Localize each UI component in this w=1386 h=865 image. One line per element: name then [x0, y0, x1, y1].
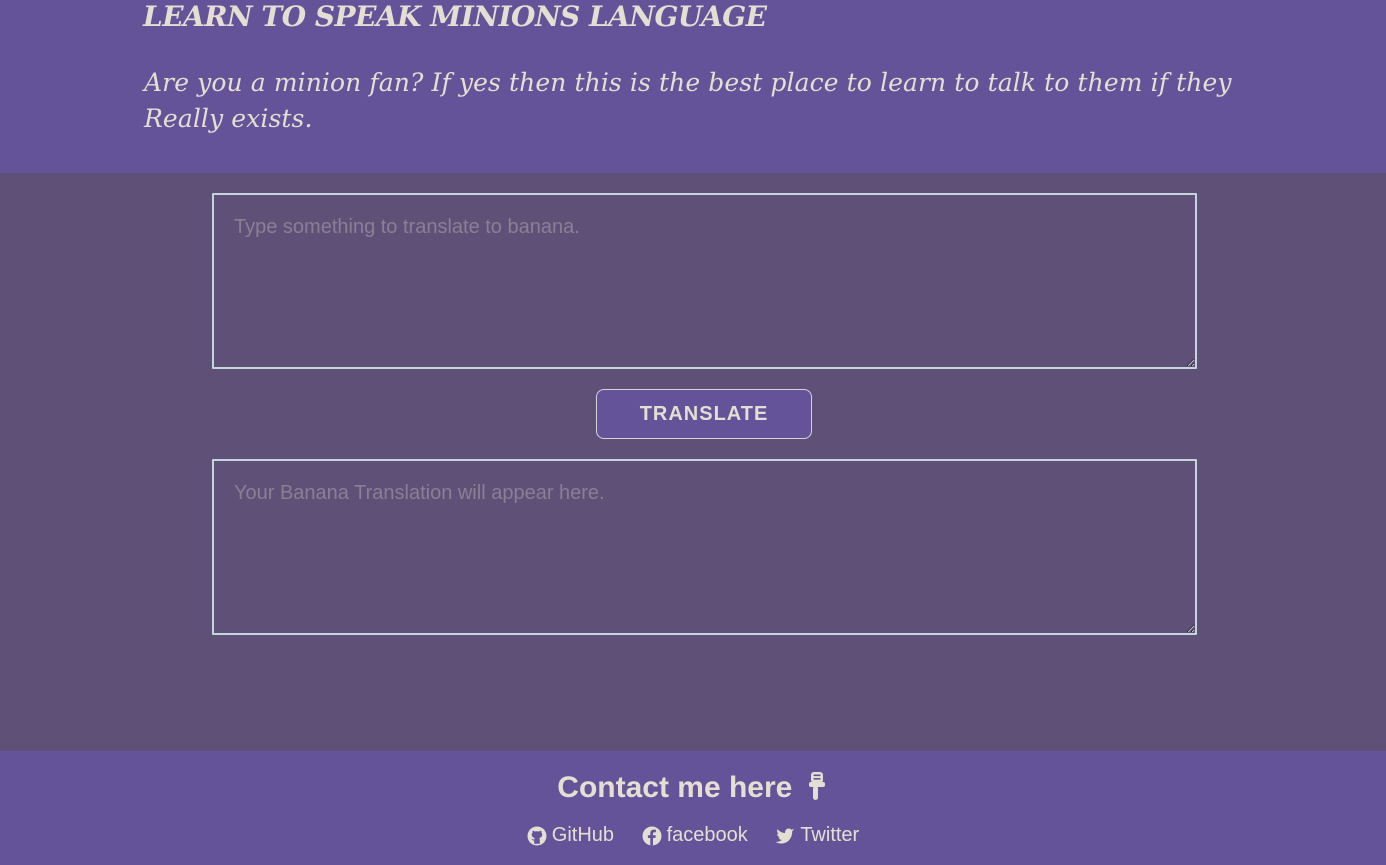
translator-section: TRANSLATE [0, 173, 1386, 751]
facebook-icon [642, 826, 662, 845]
twitter-label: Twitter [800, 824, 860, 846]
github-link[interactable]: GitHub [527, 824, 614, 847]
github-icon [527, 826, 547, 845]
twitter-icon [775, 828, 795, 843]
github-label: GitHub [551, 824, 615, 846]
facebook-link[interactable]: facebook [642, 824, 748, 847]
contact-heading: Contact me here [0, 771, 1386, 805]
page-header: LEARN TO SPEAK MINIONS LANGUAGE Are you … [0, 0, 1386, 173]
translate-input[interactable] [212, 193, 1197, 369]
facebook-label: facebook [666, 824, 748, 846]
social-links: GitHub facebook Twitter [0, 824, 1386, 852]
translate-button[interactable]: TRANSLATE [596, 389, 812, 439]
page-footer: Contact me here GitHub facebook Twitter [0, 751, 1386, 865]
page-title: LEARN TO SPEAK MINIONS LANGUAGE [143, 0, 767, 33]
twitter-link[interactable]: Twitter [775, 824, 859, 847]
translation-output[interactable] [212, 459, 1197, 635]
contact-heading-label: Contact me here [557, 771, 793, 804]
pointing-down-hand-icon [808, 772, 825, 800]
page-subtitle: Are you a minion fan? If yes then this i… [144, 68, 1232, 133]
